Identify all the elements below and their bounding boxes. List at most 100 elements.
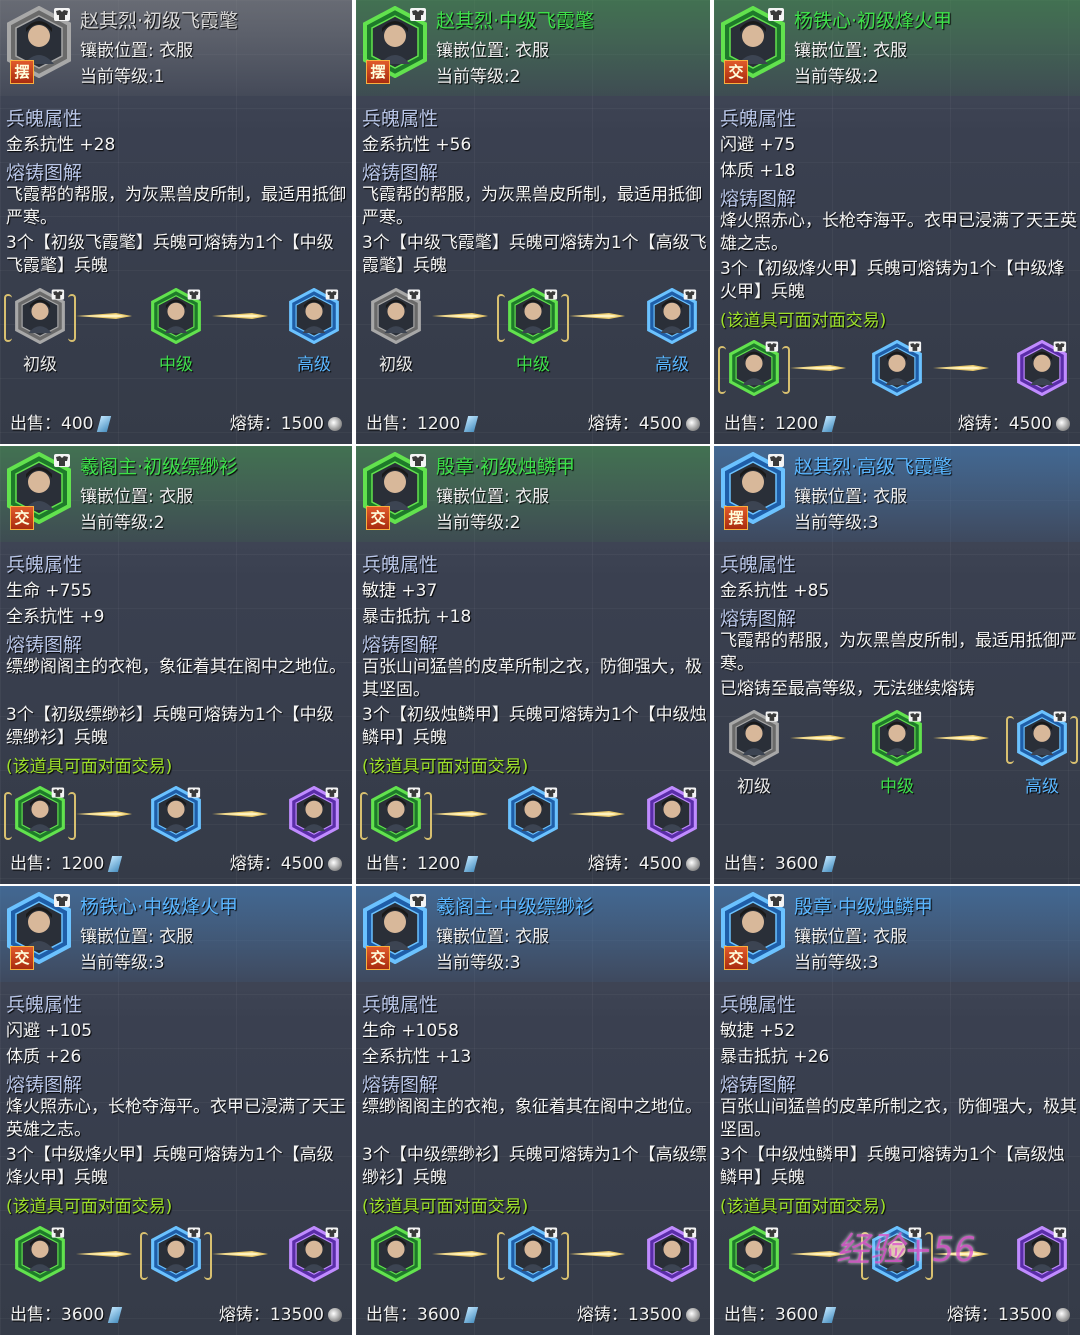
tier-low-icon[interactable] (370, 288, 422, 344)
forge-value: 13500 (269, 1305, 324, 1325)
tier-high-icon[interactable] (1006, 710, 1078, 766)
watermark: 经验+56 (836, 1230, 976, 1270)
sell-price: 出售：1200 (724, 409, 837, 434)
attr-line: 体质 +18 (720, 161, 796, 181)
coin-icon (1056, 417, 1070, 431)
forge-chain: 初级 中级 高级 (0, 288, 352, 378)
forge-arrow-icon (432, 810, 488, 818)
sell-label: 出售： (366, 854, 417, 874)
attr-header: 兵魄属性 (362, 108, 439, 130)
coin-icon (686, 417, 700, 431)
forge-cost: 熔铸：4500 (588, 849, 700, 874)
sell-value: 3600 (775, 1305, 819, 1325)
tier-low-icon[interactable] (14, 1226, 66, 1282)
sell-label: 出售： (366, 414, 417, 434)
attr-header: 兵魄属性 (720, 994, 797, 1016)
forge-arrow-icon (569, 1250, 625, 1258)
tier-low-icon[interactable] (728, 1226, 780, 1282)
level-value: 3 (867, 953, 879, 973)
level-line: 当前等级:3 (80, 948, 165, 973)
item-icon: 摆 (6, 6, 72, 84)
tier-low-icon[interactable] (728, 710, 780, 766)
forge-arrow-icon (790, 734, 846, 742)
shard-icon (822, 856, 837, 872)
sell-value: 3600 (775, 854, 819, 874)
item-description: 烽火照赤心，长枪夺海平。衣甲已浸满了天王英雄之志。 (6, 1097, 346, 1140)
tier-low-icon[interactable] (360, 786, 432, 842)
tier-label: 初级 (23, 355, 57, 375)
forge-cost: 熔铸：4500 (230, 849, 342, 874)
tier-mid-icon[interactable] (507, 786, 559, 842)
tier-low-icon[interactable] (370, 1226, 422, 1282)
price-footer: 出售：1200 熔铸：4500 (0, 844, 352, 884)
tier-high-icon[interactable] (646, 786, 698, 842)
item-icon: 交 (6, 452, 72, 530)
item-tooltip-card: 交 杨铁心·初级烽火甲 镶嵌位置: 衣服 当前等级:2 兵魄属性 闪避 +75 体质… (714, 0, 1080, 444)
slot-line: 镶嵌位置: 衣服 (80, 482, 193, 507)
tier-high-icon[interactable] (1016, 1226, 1068, 1282)
attr-line: 敏捷 +37 (362, 581, 438, 601)
tier-mid-icon[interactable] (497, 288, 569, 344)
tier-high-icon[interactable] (288, 1226, 340, 1282)
forge-arrow-icon (933, 734, 989, 742)
forge-cost: 熔铸：1500 (230, 409, 342, 434)
forge-description: 3个【中级烽火甲】兵魄可熔铸为1个【高级烽火甲】兵魄 (6, 1145, 334, 1188)
sell-price: 出售：3600 (10, 1300, 123, 1325)
tier-low-icon[interactable] (4, 786, 76, 842)
tier-low-icon[interactable] (718, 340, 790, 396)
sell-label: 出售： (10, 414, 61, 434)
attr-line: 敏捷 +52 (720, 1021, 796, 1041)
shard-icon (464, 856, 479, 872)
tier-mid-icon[interactable] (150, 288, 202, 344)
level-value: 2 (153, 513, 165, 533)
forge-arrow-icon (432, 1250, 488, 1258)
tier-label: 高级 (655, 355, 689, 375)
item-icon: 交 (362, 892, 428, 970)
forge-label: 熔铸： (946, 1305, 998, 1325)
attr-line: 金系抗性 +85 (720, 581, 830, 601)
slot-label: 镶嵌位置: (794, 927, 868, 947)
tier-high-icon[interactable] (646, 1226, 698, 1282)
tier-high-icon[interactable] (1016, 340, 1068, 396)
slot-label: 镶嵌位置: (436, 41, 510, 61)
tier-mid-icon[interactable] (140, 1226, 212, 1282)
trade-badge: 交 (724, 60, 748, 84)
tier-mid-icon[interactable] (871, 710, 923, 766)
tier-high-icon[interactable] (288, 786, 340, 842)
tier-mid-icon[interactable] (150, 786, 202, 842)
sell-value: 1200 (417, 414, 461, 434)
attr-header: 兵魄属性 (6, 108, 83, 130)
attr-line: 生命 +1058 (362, 1021, 459, 1041)
attr-line: 全系抗性 +13 (362, 1047, 472, 1067)
trade-badge: 交 (366, 946, 390, 970)
sell-label: 出售： (724, 414, 775, 434)
trade-badge: 交 (366, 506, 390, 530)
level-label: 当前等级: (794, 953, 868, 973)
tradeable-note: (该道具可面对面交易) (720, 1197, 887, 1217)
tier-high-icon[interactable] (288, 288, 340, 344)
level-value: 2 (867, 67, 879, 87)
attr-line: 生命 +755 (6, 581, 93, 601)
item-title: 杨铁心·中级烽火甲 (80, 896, 239, 918)
forge-arrow-icon (212, 1250, 268, 1258)
tier-mid-icon[interactable] (871, 340, 923, 396)
forge-arrow-icon (76, 312, 132, 320)
tier-label: 中级 (159, 355, 193, 375)
slot-line: 镶嵌位置: 衣服 (794, 482, 907, 507)
forge-description: 3个【初级飞霞氅】兵魄可熔铸为1个【中级飞霞氅】兵魄 (6, 233, 334, 276)
forge-chain: 初级 中级 高级 (356, 288, 710, 378)
item-icon: 摆 (362, 6, 428, 84)
forge-header: 熔铸图解 (6, 634, 83, 656)
level-label: 当前等级: (794, 67, 868, 87)
tier-low-icon[interactable] (4, 288, 76, 344)
coin-icon (328, 1308, 342, 1322)
item-tooltip-card: 交 羲阁主·中级缥缈衫 镶嵌位置: 衣服 当前等级:3 兵魄属性 生命 +1058… (356, 886, 710, 1335)
tier-label: 初级 (737, 777, 771, 797)
trade-badge: 交 (10, 946, 34, 970)
tier-high-icon[interactable] (646, 288, 698, 344)
slot-value: 衣服 (873, 927, 908, 947)
sell-label: 出售： (366, 1305, 417, 1325)
tier-mid-icon[interactable] (497, 1226, 569, 1282)
forge-chain: 初级 中级 高级 (714, 710, 1080, 800)
slot-label: 镶嵌位置: (794, 41, 868, 61)
